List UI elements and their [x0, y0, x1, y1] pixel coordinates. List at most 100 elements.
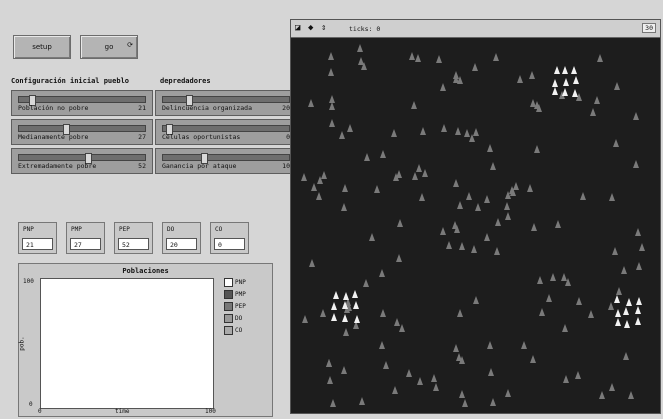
agent-person — [609, 192, 616, 201]
left-slider-1[interactable]: Medianamente pobre 27 — [11, 119, 153, 145]
slider-track[interactable] — [162, 153, 290, 164]
monitor-pmp: PMP 27 — [66, 222, 105, 254]
agent-person — [588, 310, 595, 319]
agent-predator — [614, 308, 621, 317]
agent-person — [392, 386, 399, 395]
agent-person — [504, 211, 511, 220]
legend-swatch — [224, 302, 233, 311]
agent-predator — [623, 319, 630, 328]
monitor-label: PEP — [119, 226, 130, 233]
agent-person — [452, 344, 459, 353]
agent-person — [458, 242, 465, 251]
legend-label: PEP — [235, 303, 246, 310]
agent-person — [596, 54, 603, 63]
agent-person — [535, 104, 542, 113]
monitor-label: PMP — [71, 226, 82, 233]
populations-plot: Poblaciones 100 0 pob. 0 time 100 PNP PMP… — [18, 263, 273, 417]
agent-person — [561, 324, 568, 333]
agent-predator — [625, 297, 632, 306]
agent-predator — [635, 297, 642, 306]
agent-person — [466, 192, 473, 201]
right-slider-0[interactable]: Delincuencia organizada 20 — [155, 90, 297, 116]
agent-predator — [331, 312, 338, 321]
agent-person — [493, 52, 500, 61]
agent-person — [594, 96, 601, 105]
slider-track[interactable] — [162, 95, 290, 106]
agent-person — [369, 232, 376, 241]
legend-swatch — [224, 290, 233, 299]
agent-person — [356, 44, 363, 53]
agent-person — [634, 228, 641, 237]
plot-ymin: 0 — [29, 401, 33, 408]
slider-track[interactable] — [18, 153, 146, 164]
slider-value: 52 — [138, 162, 146, 170]
left-slider-0[interactable]: Población no pobre 21 — [11, 90, 153, 116]
go-button[interactable]: go ⟳ — [80, 35, 138, 59]
agent-person — [315, 191, 322, 200]
agent-predator — [634, 306, 641, 315]
agent-person — [517, 74, 524, 83]
slider-track[interactable] — [162, 124, 290, 135]
diamond-icon[interactable]: ◆ — [308, 23, 313, 33]
agent-person — [562, 374, 569, 383]
monitor-value: 20 — [166, 238, 197, 250]
agent-predator — [572, 76, 579, 85]
agent-person — [417, 377, 424, 386]
monitor-value: 52 — [118, 238, 149, 250]
shape-icon[interactable]: ◪ — [295, 23, 300, 33]
agent-person — [639, 242, 646, 251]
agent-person — [301, 172, 308, 181]
agent-person — [473, 295, 480, 304]
agent-person — [379, 149, 386, 158]
agent-person — [456, 308, 463, 317]
monitor-value: 21 — [22, 238, 53, 250]
plot-area — [40, 278, 214, 409]
agent-person — [452, 221, 459, 230]
agent-person — [379, 341, 386, 350]
agent-predator — [353, 314, 360, 323]
agent-person — [489, 398, 496, 407]
agent-person — [440, 83, 447, 92]
agent-person — [623, 352, 630, 361]
agent-person — [342, 183, 349, 192]
agent-person — [512, 181, 519, 190]
section-title-predators: depredadores — [160, 77, 211, 85]
slider-track[interactable] — [18, 95, 146, 106]
right-slider-2[interactable]: Ganancia por ataque 10 — [155, 148, 297, 174]
legend-item: PEP — [224, 302, 246, 311]
agent-person — [539, 307, 546, 316]
setup-button[interactable]: setup — [13, 35, 71, 59]
slider-track[interactable] — [18, 124, 146, 135]
agent-person — [363, 279, 370, 288]
legend-label: DO — [235, 315, 243, 322]
agent-person — [474, 202, 481, 211]
legend-label: PMP — [235, 291, 246, 298]
agent-person — [555, 220, 562, 229]
agent-predator — [331, 302, 337, 311]
agent-person — [346, 124, 353, 133]
updown-icon[interactable]: ⇕ — [321, 23, 326, 33]
slider-value: 10 — [282, 162, 290, 170]
world-view[interactable]: ◪ ◆ ⇕ ticks: 0 30 — [290, 19, 661, 414]
slider-value: 20 — [282, 104, 290, 112]
agent-person — [560, 273, 567, 282]
agent-predator — [332, 290, 339, 299]
agent-person — [440, 123, 447, 132]
left-slider-2[interactable]: Extremadamente pobre 52 — [11, 148, 153, 174]
agent-person — [329, 94, 336, 103]
agent-person — [454, 127, 461, 136]
agent-person — [530, 222, 537, 231]
agent-person — [328, 102, 335, 111]
plot-xmin: 0 — [38, 408, 42, 415]
agent-person — [329, 119, 336, 128]
agent-person — [419, 193, 426, 202]
ticks-label: ticks: 0 — [349, 25, 381, 33]
agent-person — [414, 53, 421, 62]
agent-predator — [552, 78, 559, 87]
slider-label: Células oportunistas — [162, 133, 241, 141]
right-slider-1[interactable]: Células oportunistas 0 — [155, 119, 297, 145]
agent-person — [393, 318, 400, 327]
agent-person — [589, 107, 596, 116]
agent-person — [307, 99, 314, 108]
agent-person — [379, 268, 386, 277]
